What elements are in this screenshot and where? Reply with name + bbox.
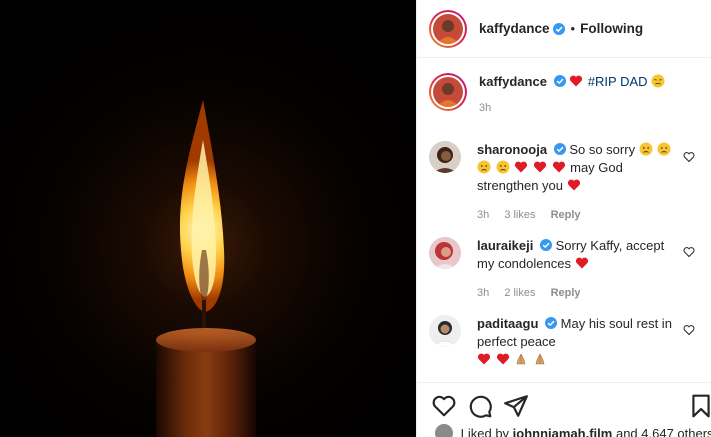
comment-likes[interactable]: 3 likes xyxy=(504,209,535,221)
comment-likes[interactable]: 2 likes xyxy=(504,287,535,299)
sad-face-emoji-icon xyxy=(496,160,510,174)
post-side-panel: kaffydance • Following kaffydance #RIP D… xyxy=(416,0,711,437)
comment-time[interactable]: 3h xyxy=(477,287,489,299)
comment-item: lauraikeji Sorry Kaffy, accept my condol… xyxy=(429,237,699,302)
liker-username[interactable]: johnnjamah.film xyxy=(513,426,613,437)
pensive-face-emoji-icon xyxy=(651,74,665,88)
red-heart-emoji-icon xyxy=(515,161,528,173)
verified-badge-icon xyxy=(552,22,565,35)
caption-text[interactable]: #RIP DAD xyxy=(588,74,648,89)
likes-prefix: Liked by xyxy=(460,426,510,437)
comment-username[interactable]: paditaagu xyxy=(477,316,538,331)
separator-dot: • xyxy=(570,21,576,36)
comment-bubble-icon[interactable] xyxy=(467,393,493,419)
author-avatar[interactable] xyxy=(429,9,467,48)
likes-suffix[interactable]: and 4,647 others xyxy=(616,426,711,437)
verified-badge-icon xyxy=(553,143,566,155)
folded-hands-emoji-icon xyxy=(535,353,545,365)
commenter-avatar[interactable] xyxy=(429,315,461,347)
red-heart-emoji-icon xyxy=(552,161,565,173)
commenter-avatar[interactable] xyxy=(429,237,461,269)
verified-badge-icon xyxy=(545,317,558,329)
avatar-photo-icon xyxy=(429,141,461,173)
caption-meta: 3h xyxy=(479,99,699,117)
candle-image xyxy=(0,0,416,437)
sad-face-emoji-icon xyxy=(639,142,653,156)
comment-username[interactable]: lauraikeji xyxy=(477,238,533,253)
red-heart-emoji-icon xyxy=(477,353,491,365)
avatar-photo-icon xyxy=(429,315,461,347)
like-heart-icon[interactable] xyxy=(431,393,457,419)
red-heart-emoji-icon xyxy=(575,257,588,269)
like-comment-heart-icon[interactable] xyxy=(683,151,695,163)
verified-badge-icon xyxy=(540,239,552,251)
reply-button[interactable]: Reply xyxy=(551,287,581,299)
comment-meta: 3h 3 likes Reply xyxy=(477,206,677,224)
avatar-photo-icon xyxy=(433,77,463,107)
red-heart-emoji-icon xyxy=(496,353,509,365)
sad-face-emoji-icon xyxy=(657,142,671,156)
comment-text: So so sorry xyxy=(569,142,636,157)
caption-avatar[interactable] xyxy=(429,73,467,111)
post-image[interactable] xyxy=(0,0,416,437)
avatar-photo-icon xyxy=(433,13,463,44)
comment-meta: 3h 2 likes Reply xyxy=(477,284,677,302)
red-heart-emoji-icon xyxy=(533,161,546,173)
comment-item: sharonooja So so sorry may God strengthe… xyxy=(429,141,699,224)
author-username[interactable]: kaffydance xyxy=(479,21,550,36)
comments-list[interactable]: kaffydance #RIP DAD 3h sharonooja So so … xyxy=(417,59,711,382)
post-header: kaffydance • Following xyxy=(417,0,711,58)
reply-button[interactable]: Reply xyxy=(551,209,581,221)
avatar-photo-icon xyxy=(429,237,461,269)
comment-body: lauraikeji Sorry Kaffy, accept my condol… xyxy=(477,237,677,302)
like-comment-heart-icon[interactable] xyxy=(683,246,695,258)
red-heart-emoji-icon xyxy=(567,179,580,191)
comment-username[interactable]: sharonooja xyxy=(477,142,547,157)
caption-time: 3h xyxy=(479,102,492,114)
comment-body: sharonooja So so sorry may God strengthe… xyxy=(477,141,677,224)
sad-face-emoji-icon xyxy=(477,160,491,174)
comment-time[interactable]: 3h xyxy=(477,209,489,221)
like-comment-heart-icon[interactable] xyxy=(683,324,695,336)
red-heart-emoji-icon xyxy=(570,75,583,87)
commenter-avatar[interactable] xyxy=(429,141,461,173)
caption-body: kaffydance #RIP DAD 3h xyxy=(479,73,699,117)
comment-body: paditaagu May his soul rest in perfect p… xyxy=(477,315,677,369)
liker-avatar[interactable] xyxy=(435,424,453,437)
likes-summary: Liked by johnnjamah.film and 4,647 other… xyxy=(435,424,711,437)
verified-badge-icon xyxy=(553,75,566,87)
share-send-icon[interactable] xyxy=(503,393,529,419)
comment-item: paditaagu May his soul rest in perfect p… xyxy=(429,315,699,369)
following-button[interactable]: Following xyxy=(580,21,643,36)
save-bookmark-icon[interactable] xyxy=(688,393,711,419)
action-bar xyxy=(417,382,711,428)
folded-hands-emoji-icon xyxy=(516,353,526,365)
caption-username[interactable]: kaffydance xyxy=(479,74,547,89)
caption: kaffydance #RIP DAD 3h xyxy=(429,73,699,117)
